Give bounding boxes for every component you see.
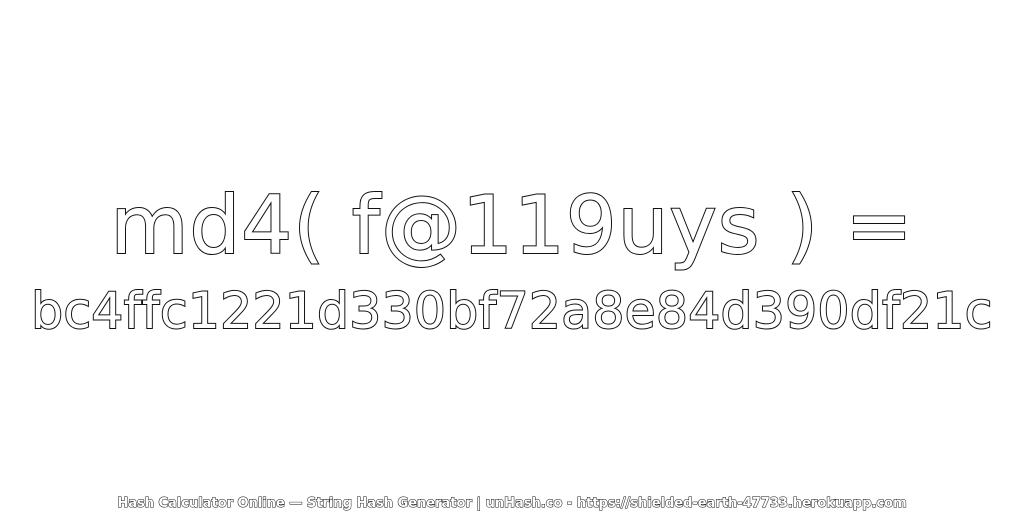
site-footer: Hash Calculator Online — String Hash Gen… bbox=[117, 496, 907, 511]
hash-value: bc4ffc1221d330bf72a8e84d390df21c bbox=[30, 282, 993, 340]
hash-image: md4( f@119uys ) = bc4ffc1221d330bf72a8e8… bbox=[0, 0, 1024, 512]
hash-expression: md4( f@119uys ) = bbox=[110, 179, 914, 272]
